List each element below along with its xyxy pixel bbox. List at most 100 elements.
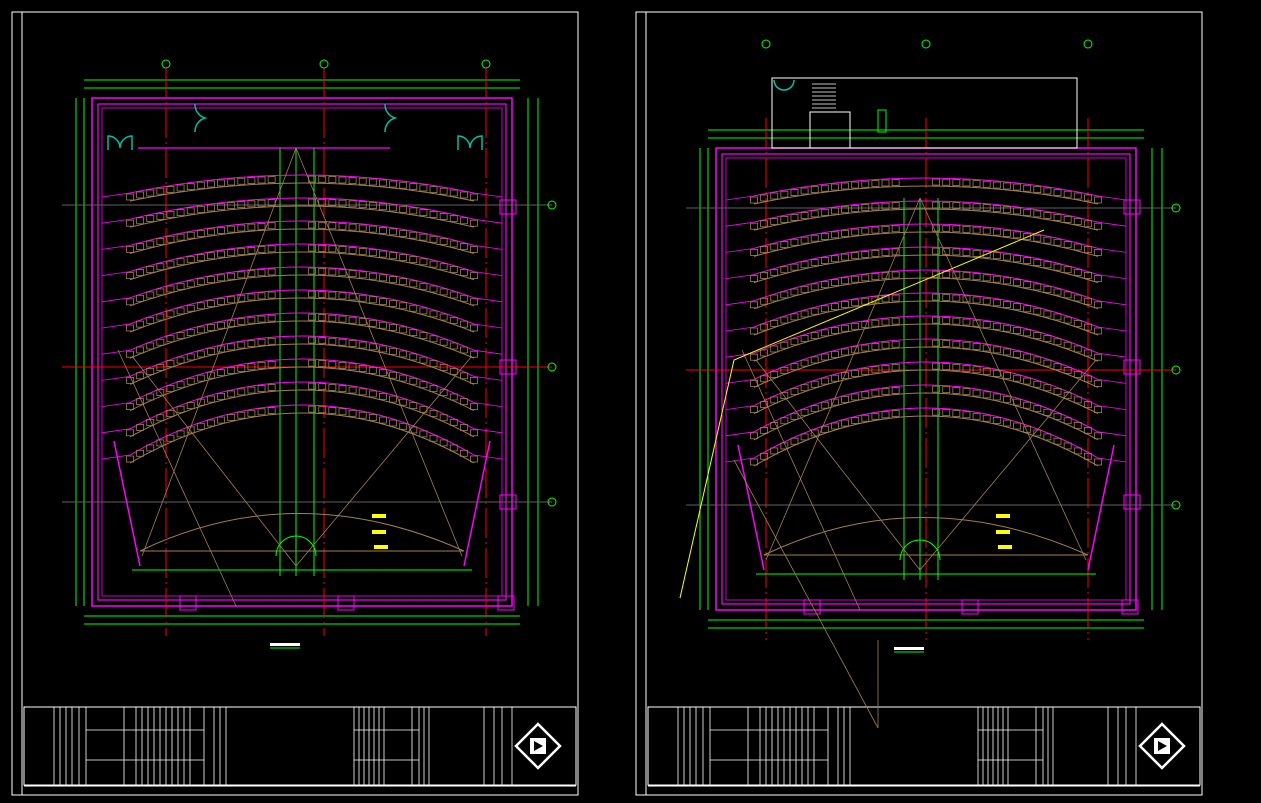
seat: [470, 403, 478, 411]
drawing-title-mark: [270, 643, 300, 646]
seat: [348, 409, 357, 417]
seat: [429, 260, 438, 268]
seat: [449, 189, 458, 197]
seat: [1043, 212, 1052, 219]
seat: [790, 238, 799, 246]
column: [1123, 359, 1141, 375]
seat: [328, 222, 337, 230]
seat: [439, 263, 448, 271]
seat: [972, 226, 981, 234]
seat: [389, 347, 397, 355]
seat: [800, 236, 809, 244]
seat: [770, 422, 779, 429]
seat: [166, 210, 175, 218]
side-aisle-step: [725, 195, 755, 201]
seat: [379, 250, 387, 258]
seat: [790, 263, 799, 271]
seat: [780, 215, 789, 223]
seat: [399, 205, 408, 213]
seat: [247, 293, 256, 301]
seat: [166, 385, 175, 392]
seat: [952, 225, 961, 233]
seat: [790, 288, 799, 296]
seat: [186, 402, 195, 409]
side-aisle-step: [725, 326, 755, 332]
seat: [942, 363, 951, 371]
seat: [368, 366, 377, 374]
seat: [358, 248, 367, 255]
seat: [338, 315, 347, 323]
stage-side-wall: [113, 440, 491, 567]
seat: [1003, 253, 1011, 261]
seat: [1003, 277, 1011, 285]
seat: [156, 187, 165, 195]
seat: [790, 338, 799, 346]
seat: [841, 324, 849, 332]
seat-row-riser: [129, 266, 475, 299]
seat: [318, 291, 327, 298]
seat: [770, 218, 779, 225]
seat: [267, 384, 276, 391]
seat: [459, 372, 468, 380]
seat: [820, 208, 829, 216]
side-aisle-step: [101, 297, 131, 303]
seat: [952, 248, 961, 256]
seat: [1043, 310, 1052, 318]
side-aisle-step: [1097, 326, 1127, 332]
seat: [328, 384, 337, 391]
seat: [841, 253, 849, 261]
seat: [247, 223, 256, 231]
side-aisle-step: [1097, 221, 1127, 227]
seat: [237, 411, 246, 419]
inner-wall: [97, 103, 507, 601]
seat: [419, 209, 428, 216]
seat: [379, 321, 387, 329]
side-aisle-step: [101, 454, 131, 460]
seat: [449, 291, 458, 299]
seat: [227, 390, 236, 398]
seat: [429, 310, 438, 318]
title-block-frame: [23, 706, 577, 786]
seat: [409, 207, 418, 215]
seat: [126, 403, 134, 411]
seat: [429, 434, 438, 442]
seat: [217, 250, 225, 258]
seat: [982, 391, 991, 399]
seat: [891, 387, 900, 394]
seat: [156, 263, 165, 271]
seat: [207, 204, 215, 212]
seat: [932, 408, 941, 416]
seat: [820, 233, 829, 240]
seat: [1043, 285, 1052, 293]
side-aisle-step: [725, 248, 755, 253]
seat: [861, 344, 870, 352]
seat: [176, 405, 185, 413]
seat: [176, 307, 185, 315]
seat: [770, 192, 779, 200]
seat: [1013, 422, 1021, 430]
seat: [358, 365, 367, 372]
seat: [871, 249, 880, 257]
seat: [952, 363, 961, 371]
seat: [399, 278, 408, 286]
seat: [1053, 238, 1062, 246]
column: [337, 595, 355, 611]
seat: [176, 209, 185, 216]
seat: [348, 316, 357, 324]
stage-edge: [139, 513, 465, 552]
seat: [328, 337, 337, 345]
seat: [871, 180, 880, 187]
seat: [267, 407, 276, 414]
seat: [318, 198, 327, 206]
seat: [881, 341, 890, 349]
drawing-title-mark: [894, 647, 924, 650]
seat: [831, 183, 839, 191]
seat: [1043, 384, 1052, 392]
sight-line: [131, 355, 297, 567]
seat: [1033, 234, 1042, 242]
seat: [166, 186, 175, 193]
seat: [207, 395, 215, 403]
seat: [267, 245, 276, 253]
seat: [368, 414, 377, 421]
seat: [750, 248, 758, 256]
